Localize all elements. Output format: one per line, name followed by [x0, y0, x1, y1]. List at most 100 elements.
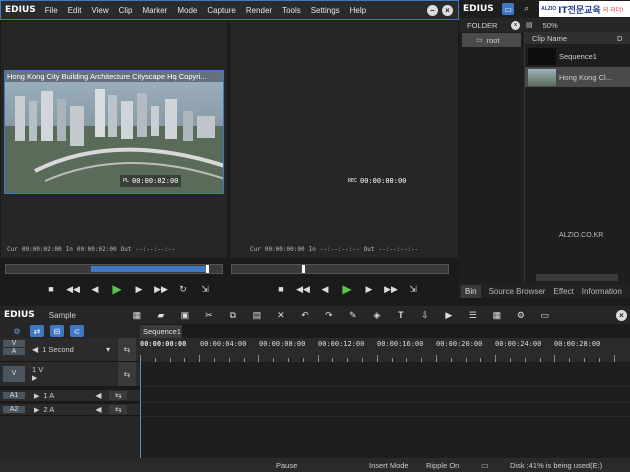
v-badge[interactable]: V	[3, 340, 25, 347]
audio-lane-2[interactable]	[140, 404, 630, 417]
sequence-settings-icon[interactable]: ▦	[128, 307, 146, 323]
loop-icon[interactable]: ↻	[174, 281, 192, 297]
menu-marker[interactable]: Marker	[137, 6, 172, 15]
recorder-playhead[interactable]	[302, 265, 305, 273]
folder-up-icon[interactable]: ▤	[526, 21, 533, 29]
a1-badge[interactable]: A1	[3, 392, 25, 399]
rec-step-back-icon[interactable]: ◀	[316, 281, 334, 297]
redo-icon[interactable]: ↷	[320, 307, 338, 323]
layout-icon[interactable]: ▭	[536, 307, 554, 323]
a-badge[interactable]: A	[3, 348, 25, 355]
step-back-icon[interactable]: ◀	[86, 281, 104, 297]
delete-icon[interactable]: ✕	[272, 307, 290, 323]
rec-rewind-icon[interactable]: ◀◀	[294, 281, 312, 297]
a2-badge[interactable]: A2	[3, 406, 25, 413]
tab-effect[interactable]: Effect	[553, 287, 573, 296]
speaker-icon[interactable]: ◀	[95, 405, 109, 414]
rec-fast-forward-icon[interactable]: ▶▶	[382, 281, 400, 297]
expand-icon[interactable]: ▶	[34, 392, 39, 400]
rec-stop-icon[interactable]: ■	[272, 281, 290, 297]
menu-view[interactable]: View	[86, 6, 113, 15]
timeline-cursor[interactable]	[140, 362, 141, 458]
save-project-icon[interactable]: ▣	[176, 307, 194, 323]
menu-edit[interactable]: Edit	[63, 6, 87, 15]
play-icon[interactable]: ▶	[108, 281, 126, 297]
sequence-tab[interactable]: Sequence1	[140, 325, 182, 338]
list-icon[interactable]: ☰	[464, 307, 482, 323]
track-mode-icon[interactable]: ⚙	[10, 325, 24, 337]
recorder-timecode-box: REC 00:00:00:00	[348, 177, 406, 185]
menu-mode[interactable]: Mode	[172, 6, 202, 15]
a2-sync-icon[interactable]: ⇆	[109, 405, 128, 414]
a1-sync-icon[interactable]: ⇆	[109, 391, 128, 400]
close-icon[interactable]: ×	[442, 4, 453, 16]
col-d[interactable]: D	[617, 34, 622, 43]
paste-icon[interactable]: ▤	[248, 307, 266, 323]
rec-export-icon[interactable]: ⇲	[404, 281, 422, 297]
menu-clip[interactable]: Clip	[114, 6, 138, 15]
speaker-icon[interactable]: ◀	[95, 391, 109, 400]
video-lane[interactable]	[140, 362, 630, 387]
render-icon[interactable]: ▶	[440, 307, 458, 323]
minimize-icon[interactable]: –	[427, 4, 438, 16]
timeline-close-icon[interactable]: ×	[616, 309, 627, 321]
scale-dropdown-icon[interactable]: ▾	[106, 345, 110, 354]
folder-root[interactable]: ▭ root	[462, 33, 521, 47]
rec-step-forward-icon[interactable]: ▶	[360, 281, 378, 297]
search-icon[interactable]: ⌕	[520, 3, 533, 15]
folder-tree: ▭ root	[459, 32, 525, 284]
menu-capture[interactable]: Capture	[202, 6, 240, 15]
player-scrubbar[interactable]	[5, 264, 223, 274]
timeline-ruler[interactable]: 00:00:00:00 00:00:04:00 00:00:08:00 00:0…	[140, 338, 630, 362]
project-name: Sample	[48, 310, 76, 320]
timeline-tracks-area[interactable]	[140, 362, 630, 458]
expand-icon[interactable]: ▶	[32, 374, 114, 382]
export-icon[interactable]: ⇩	[416, 307, 434, 323]
group-icon[interactable]: ⊂	[70, 325, 84, 337]
rec-play-icon[interactable]: ▶	[338, 281, 356, 297]
marker-icon[interactable]: ✎	[344, 307, 362, 323]
settings-icon[interactable]: ⚙	[512, 307, 530, 323]
va-sync-icon[interactable]: ⇆	[118, 338, 136, 361]
ruler-tick	[258, 355, 260, 362]
tab-bin[interactable]: Bin	[461, 284, 481, 298]
title-icon[interactable]: T	[392, 307, 410, 323]
grid-icon[interactable]: ▦	[488, 307, 506, 323]
insert-icon[interactable]: ⇲	[196, 281, 214, 297]
clip-row-selected[interactable]: Hong Kong Cl...	[525, 67, 630, 87]
link-icon[interactable]: ⊟	[50, 325, 64, 337]
clip-row[interactable]: Sequence1	[525, 46, 630, 66]
clip-name: Hong Kong Cl...	[559, 72, 612, 82]
fast-forward-icon[interactable]: ▶▶	[152, 281, 170, 297]
recorder-scrubbar[interactable]	[231, 264, 449, 274]
step-forward-icon[interactable]: ▶	[130, 281, 148, 297]
menu-render[interactable]: Render	[241, 6, 277, 15]
rewind-icon[interactable]: ◀◀	[64, 281, 82, 297]
tab-information[interactable]: Information	[582, 287, 622, 296]
v1-badge[interactable]: V	[3, 366, 25, 382]
effect-icon[interactable]: ◈	[368, 307, 386, 323]
menu-tools[interactable]: Tools	[277, 6, 306, 15]
col-clip-name[interactable]: Clip Name	[525, 34, 617, 43]
tab-source-browser[interactable]: Source Browser	[489, 287, 546, 296]
copy-icon[interactable]: ⧉	[224, 307, 242, 323]
scale-left-icon[interactable]: ◀	[32, 345, 38, 354]
audio-lane-1[interactable]	[140, 390, 630, 403]
bin-hscroll[interactable]	[536, 274, 618, 281]
cut-icon[interactable]: ✂	[200, 307, 218, 323]
folder-view-icon[interactable]: ▭	[501, 3, 515, 15]
expand-icon[interactable]: ▶	[34, 406, 39, 414]
stop-icon[interactable]: ■	[42, 281, 60, 297]
v1-sync-icon[interactable]: ⇆	[118, 362, 136, 386]
ruler-label: 00:00:20:00	[436, 340, 483, 348]
track-name: 2 A	[43, 405, 55, 414]
audio-track-2-header: A2 ▶ 2 A ◀ ⇆	[0, 404, 140, 416]
menu-settings[interactable]: Settings	[306, 6, 345, 15]
undo-icon[interactable]: ↶	[296, 307, 314, 323]
menu-file[interactable]: File	[40, 6, 63, 15]
folder-close-icon[interactable]: ×	[511, 20, 520, 30]
player-playhead[interactable]	[206, 265, 209, 273]
menu-help[interactable]: Help	[345, 6, 371, 15]
sync-icon[interactable]: ⇄	[30, 325, 44, 337]
open-project-icon[interactable]: ▰	[152, 307, 170, 323]
